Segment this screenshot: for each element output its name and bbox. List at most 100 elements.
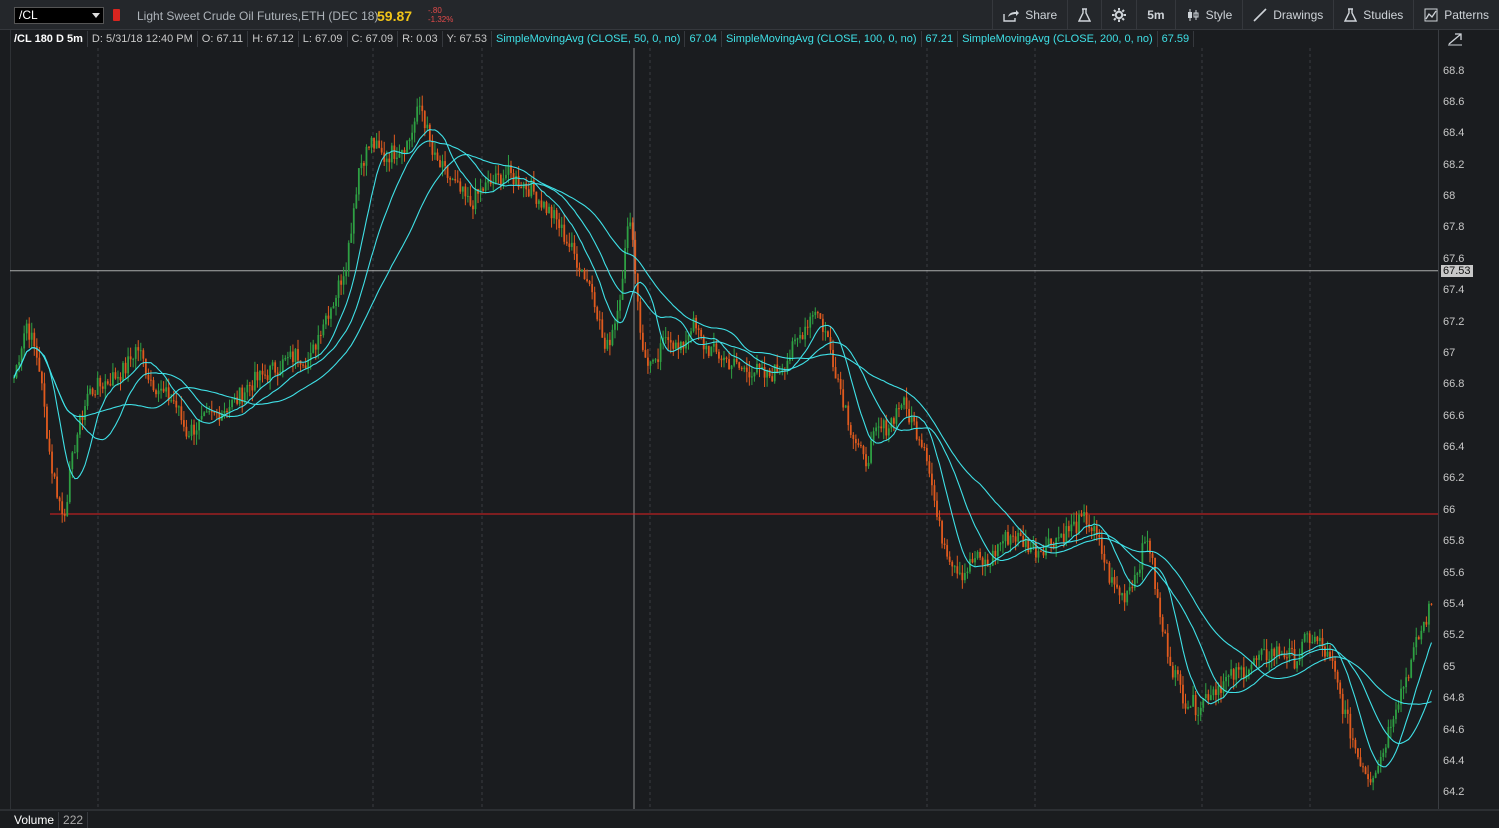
candle-body [180, 406, 183, 421]
candle-body [127, 356, 130, 374]
studies-button[interactable]: Studies [1333, 0, 1413, 30]
sma200-label[interactable]: SimpleMovingAvg (CLOSE, 200, 0, no) [958, 31, 1158, 47]
candle-body [928, 461, 931, 474]
share-button[interactable]: Share [992, 0, 1067, 30]
candle-body [1250, 664, 1253, 670]
candle-body [162, 388, 165, 392]
candle-body [137, 347, 140, 351]
candle-body [872, 431, 875, 441]
candle-body [966, 571, 969, 573]
candle-body [842, 389, 845, 408]
expand-icon[interactable] [1447, 32, 1463, 46]
candle-body [786, 360, 789, 370]
candle-body [1377, 765, 1380, 773]
timeframe-button[interactable]: 5m [1136, 0, 1174, 30]
volume-label: Volume [10, 812, 60, 828]
candle-body [895, 408, 898, 424]
candle-body [205, 411, 208, 413]
candle-body [951, 561, 954, 567]
study-legend-bar: /CL 180 D 5m D: 5/31/18 12:40 PM O: 67.1… [10, 30, 1195, 48]
candle-body [434, 152, 436, 155]
candle-body [208, 411, 211, 413]
candle-body [687, 334, 690, 341]
candle-body [1171, 665, 1174, 678]
candle-body [286, 357, 289, 359]
candle-body [360, 162, 363, 169]
candle-body [185, 426, 188, 437]
flask-button[interactable] [1067, 0, 1101, 30]
candle-body [368, 146, 370, 148]
settings-button[interactable] [1101, 0, 1136, 30]
candle-body [674, 342, 677, 349]
candle-body [920, 439, 923, 447]
candle-body [200, 416, 203, 420]
patterns-button[interactable]: Patterns [1413, 0, 1499, 30]
drawings-button[interactable]: Drawings [1242, 0, 1333, 30]
candle-body [1141, 543, 1144, 570]
candle-body [890, 418, 893, 429]
candle-body [710, 346, 713, 356]
price-axis[interactable]: 68.8 68.6 68.4 68.2 68 67.8 67.6 67.4 67.2 67 66.8… [1438, 30, 1499, 809]
candle-body [226, 410, 228, 413]
candle-body [1364, 767, 1367, 775]
candle-body [870, 440, 872, 463]
candle-body [256, 371, 259, 381]
candle-body [193, 424, 195, 435]
candle-body [1075, 521, 1078, 533]
candle-body [900, 404, 903, 409]
candle-body [771, 376, 774, 382]
candle-body [1258, 654, 1260, 660]
candle-body [649, 361, 652, 366]
candle-body [679, 341, 682, 350]
price-chart[interactable] [10, 48, 1438, 809]
volume-pane-divider[interactable] [0, 809, 1499, 811]
candle-body [1318, 637, 1321, 642]
candle-body [1098, 535, 1101, 538]
candle-body [1050, 538, 1053, 545]
sma50-label[interactable]: SimpleMovingAvg (CLOSE, 50, 0, no) [492, 31, 686, 47]
candle-body [317, 334, 320, 350]
candle-body [1212, 689, 1215, 696]
candle-body [1017, 532, 1020, 542]
candle-body [1263, 649, 1266, 651]
candle-body [139, 350, 142, 352]
candle-body [1242, 667, 1245, 679]
symbol-selector[interactable]: /CL [14, 7, 104, 24]
candle-body [40, 371, 43, 384]
candle-body [335, 297, 337, 306]
candle-body [444, 161, 446, 166]
candle-body [1136, 573, 1139, 575]
candle-body [175, 400, 178, 408]
candle-body [484, 182, 487, 191]
candle-body [692, 317, 695, 332]
candle-body [570, 242, 573, 247]
candle-body [989, 565, 992, 567]
candle-body [1339, 682, 1342, 694]
candle-body [938, 516, 941, 522]
symbol-text: /CL [19, 8, 38, 22]
candle-body [537, 200, 540, 204]
candle-body [946, 545, 949, 557]
candle-body [223, 410, 226, 414]
candle-body [550, 206, 553, 219]
candle-body [735, 359, 738, 363]
candle-body [1351, 738, 1354, 740]
style-button[interactable]: Style [1174, 0, 1243, 30]
candle-body [720, 358, 723, 361]
candle-body [84, 406, 86, 421]
bar-range: R: 0.03 [398, 31, 443, 47]
price-tick-label: 65.8 [1443, 535, 1465, 548]
sma100-label[interactable]: SimpleMovingAvg (CLOSE, 100, 0, no) [722, 31, 922, 47]
candle-body [203, 412, 206, 417]
candle-body [953, 566, 956, 568]
candle-body [365, 146, 368, 166]
candle-body [1230, 669, 1233, 676]
candle-body [507, 165, 510, 175]
alert-flag-icon[interactable] [113, 9, 120, 21]
candle-body [1189, 706, 1192, 708]
candle-body [388, 158, 391, 163]
candle-body [20, 348, 23, 363]
candle-body [56, 476, 59, 498]
candle-body [337, 280, 340, 298]
candle-body [1090, 527, 1093, 532]
